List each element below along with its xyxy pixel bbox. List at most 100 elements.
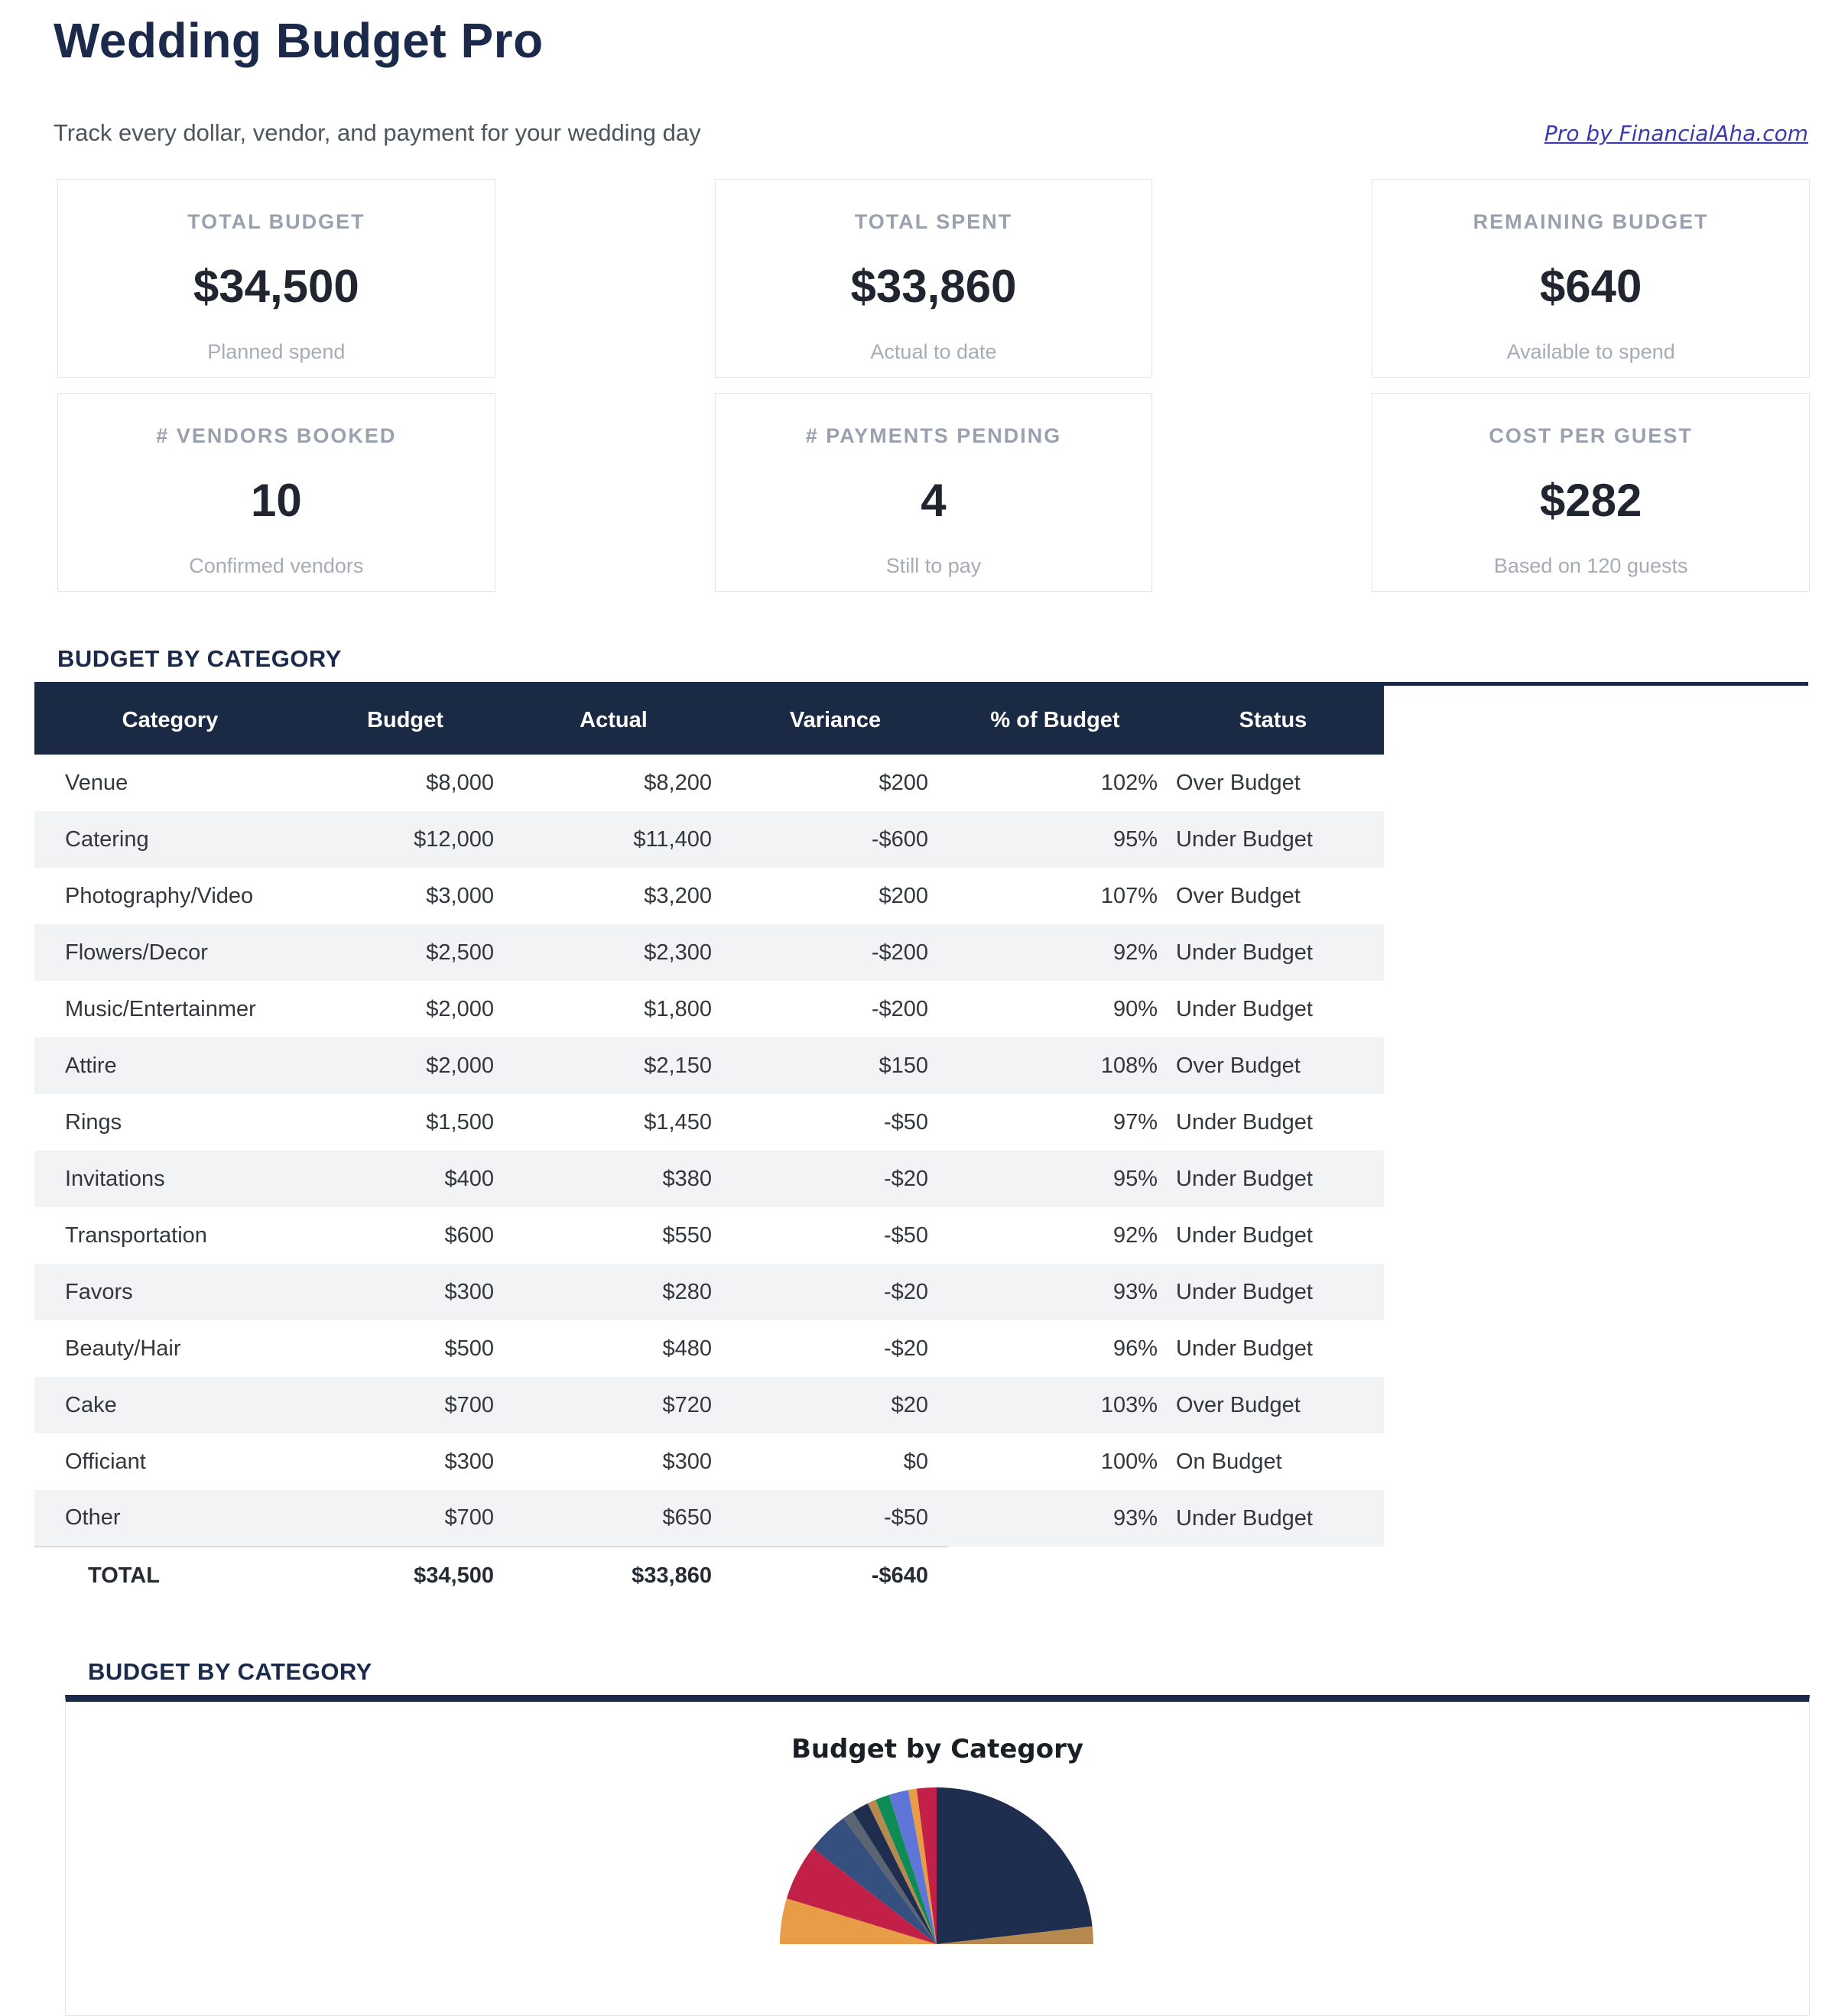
cell-budget: $12,000 xyxy=(306,811,505,868)
cell-percent: 95% xyxy=(948,1151,1162,1207)
table-row: Cake$700$720$20103%Over Budget xyxy=(34,1377,1384,1433)
cell-budget: $8,000 xyxy=(306,755,505,811)
chart-section-heading: BUDGET BY CATEGORY xyxy=(88,1658,1835,1686)
total-label: TOTAL xyxy=(34,1547,306,1605)
cell-percent: 96% xyxy=(948,1320,1162,1377)
stat-card-total-budget: TOTAL BUDGET $34,500 Planned spend xyxy=(57,179,495,378)
cell-status: Under Budget xyxy=(1162,1151,1384,1207)
cell-category: Photography/Video xyxy=(34,868,306,924)
stat-value: $282 xyxy=(1372,474,1809,527)
total-actual: $33,860 xyxy=(505,1547,723,1605)
table-row: Attire$2,000$2,150$150108%Over Budget xyxy=(34,1037,1384,1094)
chart-container: Budget by Category xyxy=(65,1695,1810,2016)
cell-budget: $2,000 xyxy=(306,1037,505,1094)
cell-status: Under Budget xyxy=(1162,811,1384,868)
cell-status: Over Budget xyxy=(1162,1377,1384,1433)
cell-category: Officiant xyxy=(34,1433,306,1490)
cell-actual: $480 xyxy=(505,1320,723,1377)
cell-actual: $720 xyxy=(505,1377,723,1433)
table-row: Venue$8,000$8,200$200102%Over Budget xyxy=(34,755,1384,811)
cell-percent: 108% xyxy=(948,1037,1162,1094)
stat-label: # VENDORS BOOKED xyxy=(58,424,495,448)
cell-status: Over Budget xyxy=(1162,868,1384,924)
cell-variance: -$50 xyxy=(723,1490,948,1547)
stat-label: COST PER GUEST xyxy=(1372,424,1809,448)
cell-budget: $2,500 xyxy=(306,924,505,981)
stat-sublabel: Still to pay xyxy=(716,554,1152,578)
budget-table-section: Category Budget Actual Variance % of Bud… xyxy=(34,682,1808,1605)
column-header-status: Status xyxy=(1162,686,1384,755)
subtitle-row: Track every dollar, vendor, and payment … xyxy=(54,119,1808,147)
cell-actual: $11,400 xyxy=(505,811,723,868)
table-row: Officiant$300$300$0100%On Budget xyxy=(34,1433,1384,1490)
cell-budget: $300 xyxy=(306,1264,505,1320)
cell-actual: $3,200 xyxy=(505,868,723,924)
table-row: Flowers/Decor$2,500$2,300-$20092%Under B… xyxy=(34,924,1384,981)
table-total-row: TOTAL$34,500$33,860-$640 xyxy=(34,1547,1384,1605)
column-header-budget: Budget xyxy=(306,686,505,755)
stat-label: TOTAL BUDGET xyxy=(58,210,495,234)
cell-category: Favors xyxy=(34,1264,306,1320)
cell-status: Under Budget xyxy=(1162,981,1384,1037)
cell-category: Catering xyxy=(34,811,306,868)
cell-percent: 92% xyxy=(948,924,1162,981)
table-row: Favors$300$280-$2093%Under Budget xyxy=(34,1264,1384,1320)
cell-percent: 103% xyxy=(948,1377,1162,1433)
table-row: Other$700$650-$5093%Under Budget xyxy=(34,1490,1384,1547)
page-title: Wedding Budget Pro xyxy=(54,12,1808,69)
cell-budget: $300 xyxy=(306,1433,505,1490)
table-row: Transportation$600$550-$5092%Under Budge… xyxy=(34,1207,1384,1264)
stat-value: 4 xyxy=(716,474,1152,527)
stat-value: $33,860 xyxy=(716,260,1152,313)
cell-category: Cake xyxy=(34,1377,306,1433)
column-header-variance: Variance xyxy=(723,686,948,755)
cell-status: Under Budget xyxy=(1162,1264,1384,1320)
cell-variance: -$600 xyxy=(723,811,948,868)
cell-budget: $600 xyxy=(306,1207,505,1264)
table-header-row: Category Budget Actual Variance % of Bud… xyxy=(34,686,1384,755)
cell-status: Under Budget xyxy=(1162,1320,1384,1377)
cell-actual: $280 xyxy=(505,1264,723,1320)
cell-variance: -$200 xyxy=(723,924,948,981)
cell-variance: -$20 xyxy=(723,1264,948,1320)
cell-percent: 100% xyxy=(948,1433,1162,1490)
column-header-percent: % of Budget xyxy=(948,686,1162,755)
stat-sublabel: Available to spend xyxy=(1372,340,1809,364)
stat-value: $34,500 xyxy=(58,260,495,313)
cell-status: Under Budget xyxy=(1162,924,1384,981)
cell-variance: $150 xyxy=(723,1037,948,1094)
cell-variance: $20 xyxy=(723,1377,948,1433)
table-section-heading: BUDGET BY CATEGORY xyxy=(57,645,1835,673)
cell-category: Transportation xyxy=(34,1207,306,1264)
table-row: Invitations$400$380-$2095%Under Budget xyxy=(34,1151,1384,1207)
stat-sublabel: Planned spend xyxy=(58,340,495,364)
cell-actual: $380 xyxy=(505,1151,723,1207)
cell-variance: $0 xyxy=(723,1433,948,1490)
table-row: Rings$1,500$1,450-$5097%Under Budget xyxy=(34,1094,1384,1151)
table-row: Catering$12,000$11,400-$60095%Under Budg… xyxy=(34,811,1384,868)
pie-slice-venue xyxy=(937,1787,1093,1944)
stat-value: 10 xyxy=(58,474,495,527)
column-header-actual: Actual xyxy=(505,686,723,755)
cell-status: Under Budget xyxy=(1162,1094,1384,1151)
stats-grid: TOTAL BUDGET$34,500Planned spendTOTAL SP… xyxy=(57,179,1810,592)
cell-status: On Budget xyxy=(1162,1433,1384,1490)
chart-title: Budget by Category xyxy=(66,1734,1809,1764)
brand-link[interactable]: Pro by FinancialAha.com xyxy=(1544,121,1808,146)
cell-budget: $2,000 xyxy=(306,981,505,1037)
cell-budget: $1,500 xyxy=(306,1094,505,1151)
stat-label: REMAINING BUDGET xyxy=(1372,210,1809,234)
total-percent-empty xyxy=(948,1547,1162,1605)
cell-category: Beauty/Hair xyxy=(34,1320,306,1377)
stat-label: # PAYMENTS PENDING xyxy=(716,424,1152,448)
cell-budget: $700 xyxy=(306,1377,505,1433)
cell-category: Other xyxy=(34,1490,306,1547)
stat-sublabel: Confirmed vendors xyxy=(58,554,495,578)
cell-actual: $2,300 xyxy=(505,924,723,981)
cell-percent: 95% xyxy=(948,811,1162,868)
column-header-category: Category xyxy=(34,686,306,755)
cell-category: Flowers/Decor xyxy=(34,924,306,981)
table-row: Beauty/Hair$500$480-$2096%Under Budget xyxy=(34,1320,1384,1377)
total-budget: $34,500 xyxy=(306,1547,505,1605)
budget-table: Category Budget Actual Variance % of Bud… xyxy=(34,686,1384,1605)
